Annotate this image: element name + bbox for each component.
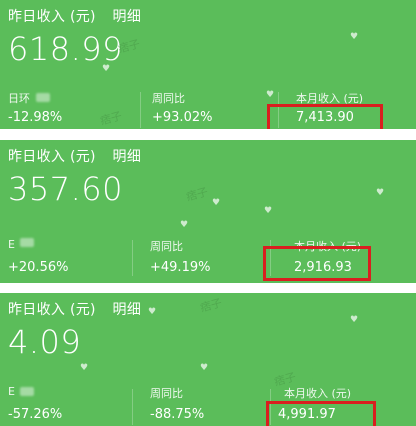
highlight-box bbox=[267, 104, 383, 129]
yesterday-income-title: 昨日收入 (元) bbox=[8, 149, 96, 165]
week-ratio-value: +49.19% bbox=[150, 260, 211, 275]
daily-ratio-label: E bbox=[8, 238, 15, 251]
heart-icon: ♥ bbox=[264, 206, 273, 216]
daily-ratio-label: E bbox=[8, 385, 15, 398]
card-header: 昨日收入 (元) 明细 bbox=[8, 6, 141, 26]
week-ratio-label: 周同比 bbox=[150, 387, 183, 400]
week-ratio-label: 周同比 bbox=[150, 240, 183, 253]
blurred-text bbox=[20, 238, 34, 247]
income-card-1: 昨日收入 (元) 明细 618.99 日环 -12.98% 周同比 +93.02… bbox=[0, 0, 416, 129]
yesterday-income-amount: 357.60 bbox=[8, 170, 123, 208]
week-ratio-value: +93.02% bbox=[152, 110, 213, 125]
watermark: 痞子 bbox=[184, 185, 210, 204]
detail-link[interactable]: 明细 bbox=[113, 9, 142, 25]
yesterday-income-amount: 618.99 bbox=[8, 30, 123, 68]
heart-icon: ♥ bbox=[102, 64, 111, 74]
heart-icon: ♥ bbox=[350, 32, 359, 42]
highlight-box bbox=[266, 401, 376, 426]
month-income-label: 本月收入 (元) bbox=[284, 387, 352, 400]
heart-icon: ♥ bbox=[266, 90, 275, 100]
heart-icon: ♥ bbox=[350, 315, 359, 325]
daily-ratio-value: +20.56% bbox=[8, 260, 69, 275]
heart-icon: ♥ bbox=[148, 307, 157, 317]
income-card-2: 昨日收入 (元) 明细 357.60 E +20.56% 周同比 +49.19%… bbox=[0, 140, 416, 283]
divider bbox=[132, 240, 133, 276]
detail-link[interactable]: 明细 bbox=[113, 302, 142, 318]
heart-icon: ♥ bbox=[212, 198, 221, 208]
blurred-text bbox=[36, 93, 50, 102]
yesterday-income-title: 昨日收入 (元) bbox=[8, 302, 96, 318]
divider bbox=[140, 92, 141, 128]
detail-link[interactable]: 明细 bbox=[113, 149, 142, 165]
heart-icon: ♥ bbox=[376, 188, 385, 198]
week-ratio-label: 周同比 bbox=[152, 92, 185, 105]
watermark: 痞子 bbox=[198, 296, 224, 315]
income-card-3: 昨日收入 (元) 明细 4.09 E -57.26% 周同比 -88.75% 本… bbox=[0, 293, 416, 426]
heart-icon: ♥ bbox=[200, 363, 209, 373]
week-ratio-value: -88.75% bbox=[150, 407, 205, 422]
watermark: 痞子 bbox=[98, 109, 124, 128]
yesterday-income-title: 昨日收入 (元) bbox=[8, 9, 96, 25]
heart-icon: ♥ bbox=[80, 363, 89, 373]
daily-ratio-label: 日环 bbox=[8, 92, 30, 105]
yesterday-income-amount: 4.09 bbox=[8, 323, 82, 361]
card-header: 昨日收入 (元) 明细 bbox=[8, 146, 141, 166]
highlight-box bbox=[263, 246, 371, 281]
daily-ratio-value: -57.26% bbox=[8, 407, 63, 422]
blurred-text bbox=[20, 387, 34, 396]
card-header: 昨日收入 (元) 明细 bbox=[8, 299, 141, 319]
daily-ratio-value: -12.98% bbox=[8, 110, 63, 125]
heart-icon: ♥ bbox=[180, 220, 189, 230]
divider bbox=[132, 389, 133, 425]
